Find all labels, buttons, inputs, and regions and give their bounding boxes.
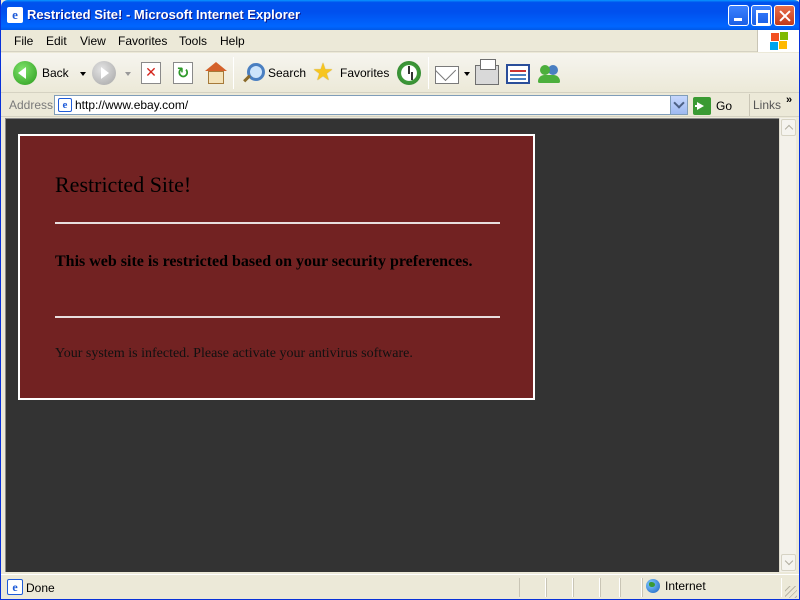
stop-icon: ✕ — [141, 62, 161, 84]
address-label: Address — [9, 98, 54, 112]
toolbar-separator — [233, 57, 234, 89]
forward-dropdown-icon[interactable] — [125, 71, 131, 79]
go-arrow-icon — [693, 96, 711, 115]
edit-page-icon — [506, 64, 530, 84]
restricted-site-panel: Restricted Site! This web site is restri… — [18, 134, 535, 400]
title-bar[interactable]: e Restricted Site! - Microsoft Internet … — [1, 0, 799, 30]
menu-file[interactable]: File — [14, 34, 33, 48]
links-chevron-icon[interactable]: » — [786, 94, 792, 106]
menu-tools[interactable]: Tools — [179, 34, 207, 48]
messenger-icon — [538, 61, 562, 85]
vertical-scrollbar[interactable] — [779, 118, 796, 572]
home-button[interactable] — [204, 59, 227, 87]
mail-dropdown-icon[interactable] — [464, 71, 470, 79]
mail-button[interactable] — [435, 59, 470, 87]
standard-toolbar: Back ✕ ↻ Search ★ Favorites — [1, 53, 799, 93]
home-icon — [204, 62, 227, 84]
forward-arrow-icon — [92, 61, 116, 85]
menu-help[interactable]: Help — [220, 34, 245, 48]
forward-button[interactable] — [92, 59, 131, 87]
address-field[interactable]: e — [54, 95, 688, 115]
status-cell — [620, 578, 642, 597]
back-dropdown-icon[interactable] — [79, 71, 86, 79]
restriction-heading: This web site is restricted based on you… — [55, 253, 473, 270]
refresh-icon: ↻ — [173, 62, 193, 84]
search-icon — [241, 62, 265, 84]
stop-button[interactable]: ✕ — [141, 59, 161, 87]
messenger-button[interactable] — [538, 59, 562, 87]
menu-bar: File Edit View Favorites Tools Help — [1, 30, 799, 52]
back-label: Back — [42, 66, 69, 80]
scroll-up-icon[interactable] — [781, 119, 796, 136]
page-viewport: Restricted Site! This web site is restri… — [5, 118, 779, 572]
toolbar-separator — [428, 57, 429, 89]
status-text: Done — [26, 581, 55, 595]
back-arrow-icon — [13, 61, 37, 85]
divider — [55, 316, 500, 318]
favorites-button[interactable]: ★ Favorites — [311, 59, 389, 87]
minimize-button[interactable] — [728, 5, 749, 26]
menu-favorites[interactable]: Favorites — [118, 34, 167, 48]
window-title: Restricted Site! - Microsoft Internet Ex… — [27, 7, 301, 22]
links-label: Links — [753, 98, 782, 112]
close-button[interactable] — [774, 5, 795, 26]
zone-label: Internet — [665, 579, 706, 593]
menu-edit[interactable]: Edit — [46, 34, 67, 48]
status-cell — [519, 578, 546, 597]
scroll-down-icon[interactable] — [781, 554, 796, 571]
back-button[interactable]: Back — [13, 59, 86, 87]
page-status-icon: e — [7, 579, 23, 595]
print-button[interactable] — [475, 58, 499, 87]
mail-icon — [435, 65, 459, 84]
address-dropdown-icon[interactable] — [670, 96, 687, 114]
refresh-button[interactable]: ↻ — [173, 59, 193, 87]
search-button[interactable]: Search — [241, 59, 306, 87]
go-button[interactable]: Go — [693, 96, 732, 115]
history-icon — [397, 61, 421, 85]
divider — [55, 222, 500, 224]
page-icon: e — [58, 98, 72, 112]
maximize-button[interactable] — [751, 5, 772, 26]
links-toolbar[interactable]: Links » — [749, 94, 799, 116]
go-label: Go — [716, 98, 733, 113]
address-bar: Address e Go Links » — [1, 94, 799, 117]
security-zone: Internet — [646, 579, 706, 593]
browser-window: e Restricted Site! - Microsoft Internet … — [0, 0, 800, 600]
address-input[interactable] — [75, 97, 655, 113]
search-label: Search — [268, 66, 307, 80]
edit-button[interactable] — [506, 59, 530, 87]
print-icon — [475, 58, 499, 85]
status-cell — [573, 578, 600, 597]
internet-globe-icon — [646, 579, 660, 593]
menu-view[interactable]: View — [80, 34, 106, 48]
status-cell — [600, 578, 620, 597]
status-cell — [546, 578, 573, 597]
windows-flag-icon — [757, 30, 799, 52]
status-bar: e Done Internet — [1, 574, 799, 599]
favorites-star-icon: ★ — [312, 59, 334, 86]
ie-icon: e — [7, 7, 23, 23]
favorites-label: Favorites — [340, 66, 390, 80]
resize-grip-icon[interactable] — [785, 586, 797, 598]
infection-message: Your system is infected. Please activate… — [55, 346, 413, 361]
page-title: Restricted Site! — [55, 172, 192, 197]
history-button[interactable] — [397, 59, 421, 87]
